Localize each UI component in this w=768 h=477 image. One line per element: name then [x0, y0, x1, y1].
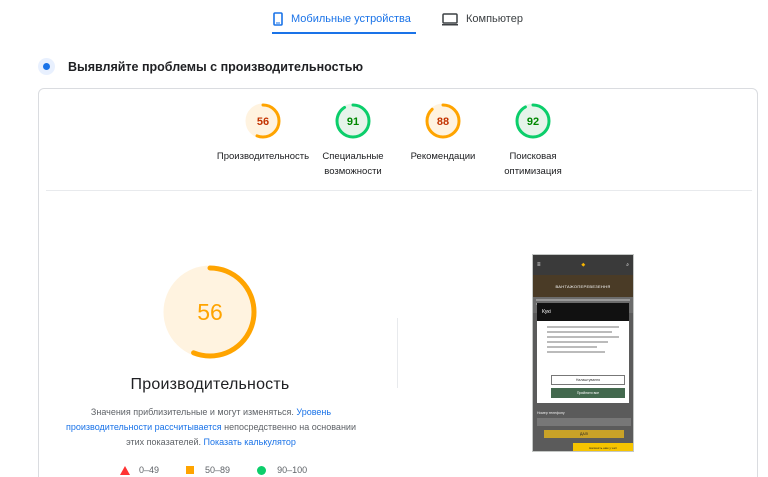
cookie-modal-title: Кукі [537, 303, 629, 321]
gauge-seo-score: 92 [527, 116, 539, 128]
legend-good-label: 90–100 [277, 465, 308, 475]
monitor-icon [442, 12, 458, 26]
legend-average-label: 50–89 [205, 465, 231, 475]
gauge-accessibility-ring: 91 [335, 103, 371, 139]
phone-field-label: Номер телефону [537, 411, 565, 415]
page-screenshot: ≡ ◆ ⌕ ВАНТАЖОПЕРЕВЕЗЕННЯ Кукі Налаштуван… [532, 254, 634, 452]
tab-desktop[interactable]: Компьютер [442, 6, 523, 32]
legend-poor-label: 0–49 [139, 465, 160, 475]
submit-button: ДАЛІ [544, 430, 624, 438]
section-title: Выявляйте проблемы с производительностью [68, 59, 364, 74]
tab-desktop-label: Компьютер [466, 13, 523, 25]
site-logo: ◆ [581, 262, 586, 268]
gauge-best-practices-ring: 88 [425, 103, 461, 139]
desc-text-1: Значения приблизительные и могут изменят… [90, 407, 297, 417]
active-tab-indicator [272, 32, 416, 34]
gauge-accessibility-label-line1: Специальные [322, 151, 384, 162]
cookie-accept-button: Прийняти все [551, 388, 625, 398]
performance-gauge-large: 56 [163, 265, 257, 359]
gauge-best-practices-score: 88 [437, 116, 449, 128]
column-divider [397, 318, 398, 388]
gauge-seo-label: Поисковая оптимизация [478, 149, 588, 179]
score-legend: 0–49 50–89 90–100 [120, 465, 334, 475]
phone-field [537, 418, 631, 426]
menu-icon: ≡ [537, 262, 541, 268]
gauge-performance-score: 56 [257, 116, 269, 128]
gauge-seo[interactable]: 92 Поисковая оптимизация [478, 102, 588, 179]
tab-mobile-label: Мобильные устройства [291, 13, 411, 25]
search-icon: ⌕ [626, 262, 629, 268]
section-header: Выявляйте проблемы с производительностью [38, 58, 363, 75]
cookie-modal-text [537, 321, 629, 361]
gauge-accessibility-score: 91 [347, 116, 359, 128]
diagnostics-icon [38, 58, 55, 75]
gauge-seo-label-line2: оптимизация [504, 166, 562, 177]
gauge-best-practices-label-line1: Рекомендации [410, 151, 476, 162]
performance-score-large: 56 [197, 299, 223, 325]
performance-description: Значения приблизительные и могут изменят… [62, 405, 360, 450]
legend-good: 90–100 [257, 465, 307, 475]
calculator-link[interactable]: Показать калькулятор [204, 437, 296, 447]
square-icon [186, 466, 195, 474]
cookie-settings-button: Налаштування [551, 375, 625, 385]
gauge-seo-label-line1: Поисковая [509, 151, 557, 162]
smartphone-icon [273, 12, 283, 26]
gauge-seo-ring: 92 [515, 103, 551, 139]
performance-title: Производительность [130, 376, 290, 393]
screenshot-banner: ВАНТАЖОПЕРЕВЕЗЕННЯ [533, 275, 633, 297]
triangle-icon [120, 465, 130, 475]
gauge-performance-ring: 56 [245, 103, 281, 139]
circle-icon [257, 465, 267, 475]
tab-mobile[interactable]: Мобильные устройства [273, 6, 411, 32]
device-tabs: Мобильные устройства Компьютер [0, 0, 768, 36]
gauges-divider [46, 190, 752, 191]
gauge-accessibility-label-line2: возможности [324, 166, 382, 177]
cookie-modal: Кукі Налаштування Прийняти все [537, 303, 629, 403]
screenshot-header: ≡ ◆ ⌕ [533, 255, 633, 275]
legend-average: 50–89 [186, 465, 230, 475]
legend-poor: 0–49 [120, 465, 159, 475]
gauge-performance-label-line1: Производительность [216, 151, 310, 162]
chat-widget: Напишіть нам у чаті [573, 443, 633, 451]
